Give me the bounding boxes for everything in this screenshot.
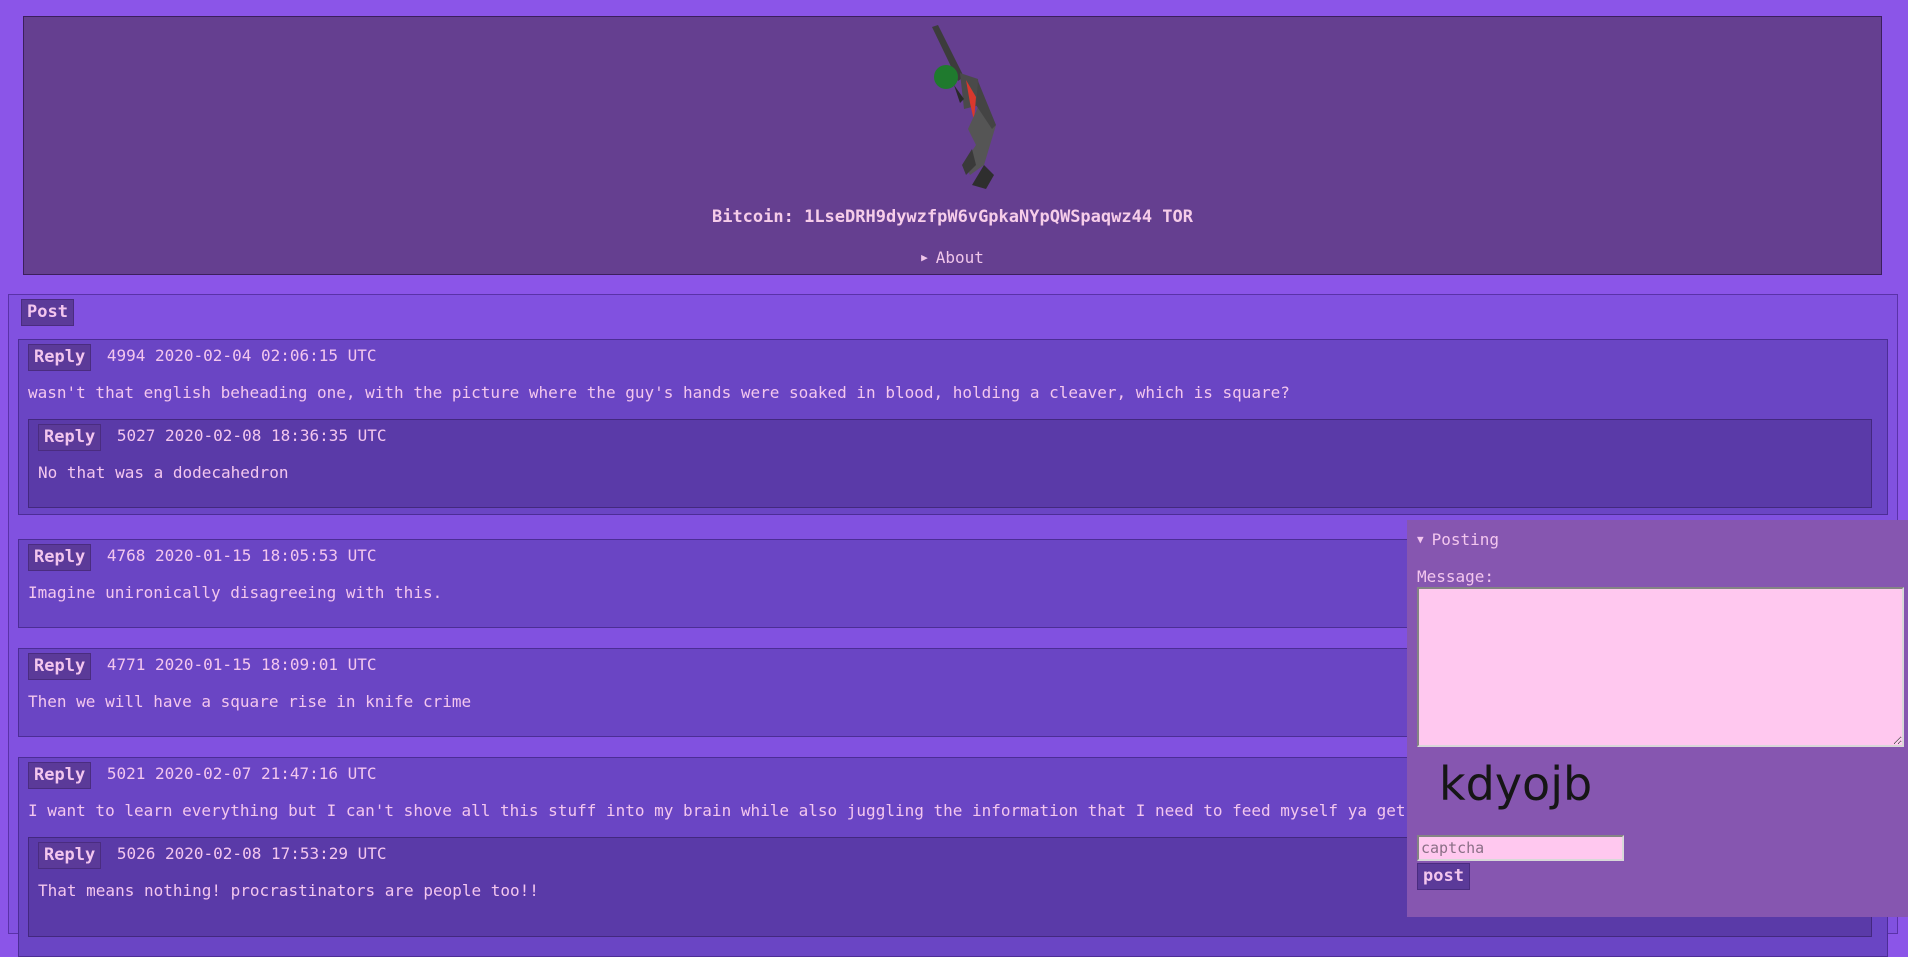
post-text: Imagine unironically disagreeing with th… — [28, 583, 443, 602]
post-meta: Reply 4994 2020-02-04 02:06:15 UTC — [28, 344, 377, 371]
post-time: 2020-02-08 18:36:35 UTC — [165, 426, 387, 445]
post-submit-button[interactable]: post — [1417, 863, 1470, 890]
post-id: 5026 — [116, 844, 156, 863]
post-meta: Reply 5026 2020-02-08 17:53:29 UTC — [38, 842, 387, 869]
post-meta: Reply 5027 2020-02-08 18:36:35 UTC — [38, 424, 387, 451]
posting-label: Posting — [1431, 530, 1500, 549]
about-toggle[interactable]: ▶ About — [24, 248, 1881, 267]
post-time: 2020-02-08 17:53:29 UTC — [165, 844, 387, 863]
post-text: Then we will have a square rise in knife… — [28, 692, 472, 711]
posting-panel: ▼ Posting Message: kdyojb post — [1407, 520, 1908, 917]
site-header: Bitcoin: 1LseDRH9dywzfpW6vGpkaNYpQWSpaqw… — [23, 16, 1882, 275]
post-time: 2020-02-07 21:47:16 UTC — [155, 764, 377, 783]
bitcoin-address: Bitcoin: 1LseDRH9dywzfpW6vGpkaNYpQWSpaqw… — [711, 207, 1194, 227]
post-id: 5027 — [116, 426, 156, 445]
reply-post: Reply 5027 2020-02-08 18:36:35 UTC No th… — [28, 419, 1872, 508]
message-textarea[interactable] — [1417, 587, 1904, 747]
reply-button[interactable]: Reply — [28, 762, 92, 789]
post-time: 2020-01-15 18:05:53 UTC — [155, 546, 377, 565]
collapse-triangle-icon: ▼ — [1417, 533, 1424, 546]
reply-button[interactable]: Reply — [28, 653, 92, 680]
reply-button[interactable]: Reply — [28, 544, 92, 571]
about-label: About — [935, 248, 984, 267]
post-meta: Reply 4768 2020-01-15 18:05:53 UTC — [28, 544, 377, 571]
reply-button[interactable]: Reply — [38, 424, 102, 451]
reply-button[interactable]: Reply — [28, 344, 92, 371]
post-id: 4771 — [106, 655, 146, 674]
post-id: 4768 — [106, 546, 146, 565]
captcha-image: kdyojb — [1439, 757, 1592, 811]
post-meta: Reply 4771 2020-01-15 18:09:01 UTC — [28, 653, 377, 680]
post-meta: Reply 5021 2020-02-07 21:47:16 UTC — [28, 762, 377, 789]
post-time: 2020-01-15 18:09:01 UTC — [155, 655, 377, 674]
post-id: 5021 — [106, 764, 146, 783]
captcha-input[interactable] — [1417, 835, 1624, 861]
expand-triangle-icon: ▶ — [921, 251, 928, 264]
post-text: wasn't that english beheading one, with … — [28, 383, 1290, 402]
post-id: 4994 — [106, 346, 146, 365]
reply-button[interactable]: Reply — [38, 842, 102, 869]
captcha-text: kdyojb — [1439, 757, 1592, 811]
post-text: No that was a dodecahedron — [38, 463, 289, 482]
post-text: That means nothing! procrastinators are … — [38, 881, 539, 900]
post-text: I want to learn everything but I can't s… — [28, 801, 1406, 820]
thread: Reply 4994 2020-02-04 02:06:15 UTC wasn'… — [18, 339, 1888, 515]
post-button[interactable]: Post — [21, 299, 74, 326]
mascot-logo — [932, 25, 996, 189]
message-label: Message: — [1417, 567, 1495, 586]
posting-toggle[interactable]: ▼ Posting — [1417, 530, 1499, 549]
post-time: 2020-02-04 02:06:15 UTC — [155, 346, 377, 365]
